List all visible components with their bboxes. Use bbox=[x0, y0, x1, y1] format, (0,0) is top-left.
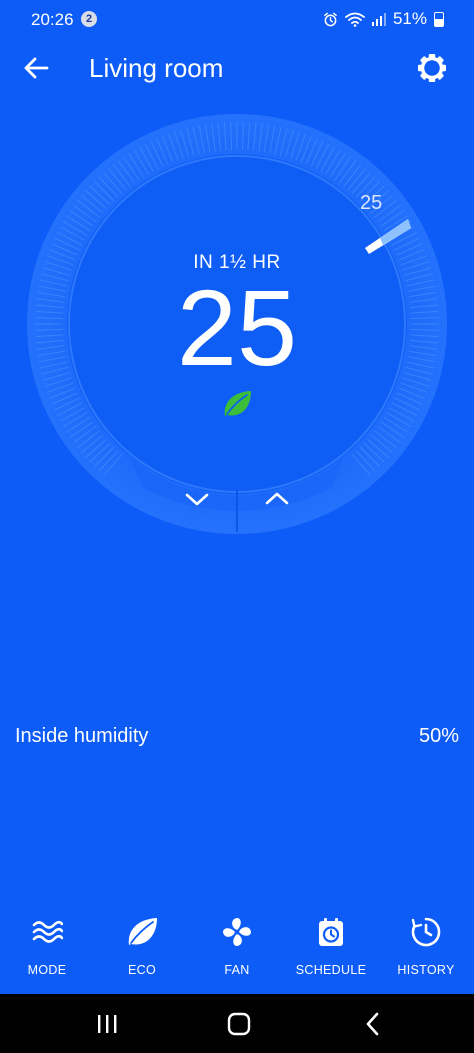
nav-label-history: HISTORY bbox=[397, 963, 455, 977]
wifi-icon bbox=[345, 12, 365, 27]
signal-icon bbox=[371, 13, 386, 26]
battery-icon bbox=[434, 11, 444, 27]
nav-mode[interactable]: MODE bbox=[0, 908, 94, 988]
recents-icon bbox=[98, 1015, 117, 1033]
arrow-left-icon bbox=[24, 57, 49, 79]
back-button[interactable] bbox=[20, 50, 58, 86]
current-temperature: 25 bbox=[176, 267, 298, 388]
system-nav-bar bbox=[0, 994, 474, 1053]
history-clock-icon bbox=[411, 917, 441, 947]
gear-icon bbox=[418, 54, 446, 82]
humidity-value: 50% bbox=[418, 725, 459, 747]
nav-label-schedule: SCHEDULE bbox=[295, 963, 367, 977]
target-temperature-label: 25 bbox=[360, 192, 383, 214]
chevron-up-icon bbox=[265, 492, 289, 505]
nav-schedule[interactable]: SCHEDULE bbox=[284, 908, 378, 988]
home-icon bbox=[227, 1012, 251, 1036]
page-title: Living room bbox=[89, 53, 224, 83]
waves-icon bbox=[32, 920, 63, 943]
bottom-nav: MODE ECO FAN SCHEDULE HISTORY bbox=[0, 908, 474, 988]
status-time: 20:26 bbox=[31, 10, 74, 29]
nav-label-fan: FAN bbox=[224, 963, 250, 977]
nav-label-mode: MODE bbox=[27, 963, 67, 977]
calendar-clock-icon bbox=[319, 918, 343, 946]
battery-percentage: 51% bbox=[392, 9, 427, 28]
thermostat-dial: 25 IN 1½ HR 25 bbox=[25, 112, 449, 536]
humidity-row: Inside humidity 50% bbox=[15, 723, 459, 753]
home-button[interactable] bbox=[219, 1008, 259, 1040]
fan-icon bbox=[223, 918, 251, 946]
leaf-icon bbox=[128, 918, 157, 945]
back-chevron-icon bbox=[366, 1012, 379, 1036]
app-bar: Living room bbox=[0, 40, 474, 96]
notification-badge: 2 bbox=[81, 11, 97, 27]
alarm-icon bbox=[324, 12, 337, 26]
status-icons: 51% bbox=[323, 9, 444, 29]
chevron-down-icon bbox=[185, 493, 209, 506]
status-bar: 20:26 2 51% bbox=[0, 0, 474, 36]
nav-history[interactable]: HISTORY bbox=[379, 908, 473, 988]
leaf-icon bbox=[224, 391, 251, 416]
system-back-button[interactable] bbox=[352, 1008, 392, 1040]
settings-button[interactable] bbox=[412, 48, 452, 88]
recents-button[interactable] bbox=[87, 1008, 127, 1040]
nav-fan[interactable]: FAN bbox=[190, 908, 284, 988]
nav-label-eco: ECO bbox=[128, 963, 156, 977]
decrease-temperature-button[interactable] bbox=[158, 470, 236, 530]
nav-eco[interactable]: ECO bbox=[95, 908, 189, 988]
increase-temperature-button[interactable] bbox=[238, 470, 316, 530]
humidity-label: Inside humidity bbox=[15, 725, 149, 747]
